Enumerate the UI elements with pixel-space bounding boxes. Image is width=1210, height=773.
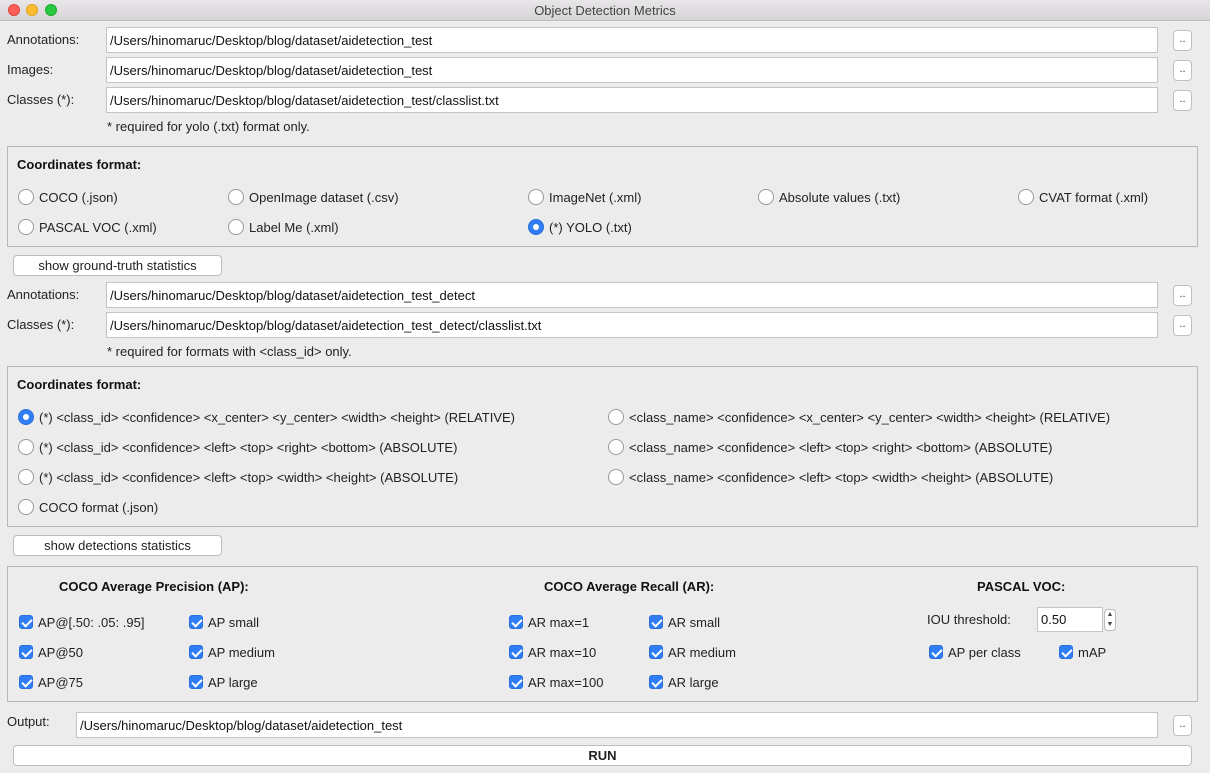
ap-75-checkbox[interactable]: AP@75 (19, 673, 83, 691)
det-classes-note: * required for formats with <class_id> o… (107, 344, 352, 359)
det-classes-field[interactable]: /Users/hinomaruc/Desktop/blog/dataset/ai… (106, 312, 1158, 338)
show-detections-statistics-button[interactable]: show detections statistics (13, 535, 222, 556)
det-annotations-browse-button[interactable]: .. (1173, 285, 1192, 306)
ar-small-checkbox[interactable]: AR small (649, 613, 720, 631)
output-field[interactable]: /Users/hinomaruc/Desktop/blog/dataset/ai… (76, 712, 1158, 738)
title-bar: Object Detection Metrics (0, 0, 1210, 21)
gt-images-label: Images: (7, 62, 54, 77)
coco-ap-title: COCO Average Precision (AP): (59, 579, 249, 594)
ar-max1-checkbox[interactable]: AR max=1 (509, 613, 589, 631)
ap-per-class-checkbox[interactable]: AP per class (929, 643, 1021, 661)
ap-medium-checkbox[interactable]: AP medium (189, 643, 275, 661)
ap-large-checkbox[interactable]: AP large (189, 673, 258, 691)
det-classes-browse-button[interactable]: .. (1173, 315, 1192, 336)
gt-classes-label: Classes (*): (7, 92, 75, 107)
gt-annotations-field[interactable]: /Users/hinomaruc/Desktop/blog/dataset/ai… (106, 27, 1158, 53)
window-title: Object Detection Metrics (534, 3, 676, 18)
ap-50-95-checkbox[interactable]: AP@[.50: .05: .95] (19, 613, 144, 631)
ap-50-checkbox[interactable]: AP@50 (19, 643, 83, 661)
gt-classes-browse-button[interactable]: .. (1173, 90, 1192, 111)
iou-threshold-stepper[interactable]: ▲ ▼ (1104, 609, 1116, 631)
det-format-classname-relative[interactable]: <class_name> <confidence> <x_center> <y_… (608, 408, 1110, 426)
gt-format-coco[interactable]: COCO (.json) (18, 188, 118, 206)
ar-large-checkbox[interactable]: AR large (649, 673, 719, 691)
gt-format-pascal-voc[interactable]: PASCAL VOC (.xml) (18, 218, 157, 236)
det-format-classid-absolute-rb[interactable]: (*) <class_id> <confidence> <left> <top>… (18, 438, 457, 456)
gt-format-title: Coordinates format: (17, 157, 142, 172)
gt-annotations-browse-button[interactable]: .. (1173, 30, 1192, 51)
ar-max100-checkbox[interactable]: AR max=100 (509, 673, 604, 691)
det-annotations-field[interactable]: /Users/hinomaruc/Desktop/blog/dataset/ai… (106, 282, 1158, 308)
map-checkbox[interactable]: mAP (1059, 643, 1106, 661)
det-format-classid-relative[interactable]: (*) <class_id> <confidence> <x_center> <… (18, 408, 515, 426)
coco-ar-title: COCO Average Recall (AR): (544, 579, 715, 594)
ar-medium-checkbox[interactable]: AR medium (649, 643, 736, 661)
det-format-classname-absolute-wh[interactable]: <class_name> <confidence> <left> <top> <… (608, 468, 1053, 486)
gt-images-field[interactable]: /Users/hinomaruc/Desktop/blog/dataset/ai… (106, 57, 1158, 83)
det-annotations-label: Annotations: (7, 287, 80, 302)
gt-images-browse-button[interactable]: .. (1173, 60, 1192, 81)
gt-format-yolo[interactable]: (*) YOLO (.txt) (528, 218, 632, 236)
det-format-title: Coordinates format: (17, 377, 142, 392)
gt-classes-note: * required for yolo (.txt) format only. (107, 119, 310, 134)
gt-format-cvat[interactable]: CVAT format (.xml) (1018, 188, 1148, 206)
ap-small-checkbox[interactable]: AP small (189, 613, 259, 631)
gt-classes-field[interactable]: /Users/hinomaruc/Desktop/blog/dataset/ai… (106, 87, 1158, 113)
show-ground-truth-statistics-button[interactable]: show ground-truth statistics (13, 255, 222, 276)
det-classes-label: Classes (*): (7, 317, 75, 332)
det-format-classname-absolute-rb[interactable]: <class_name> <confidence> <left> <top> <… (608, 438, 1052, 456)
gt-format-openimage[interactable]: OpenImage dataset (.csv) (228, 188, 399, 206)
gt-annotations-label: Annotations: (7, 32, 80, 47)
ar-max10-checkbox[interactable]: AR max=10 (509, 643, 596, 661)
gt-format-imagenet[interactable]: ImageNet (.xml) (528, 188, 641, 206)
gt-format-absolute[interactable]: Absolute values (.txt) (758, 188, 900, 206)
pascal-voc-title: PASCAL VOC: (977, 579, 1066, 594)
det-format-classid-absolute-wh[interactable]: (*) <class_id> <confidence> <left> <top>… (18, 468, 458, 486)
iou-threshold-input[interactable]: 0.50 (1037, 607, 1103, 632)
output-label: Output: (7, 714, 50, 729)
output-browse-button[interactable]: .. (1173, 715, 1192, 736)
iou-threshold-label: IOU threshold: (927, 612, 1011, 627)
gt-format-labelme[interactable]: Label Me (.xml) (228, 218, 339, 236)
det-format-coco-json[interactable]: COCO format (.json) (18, 498, 158, 516)
run-button[interactable]: RUN (13, 745, 1192, 766)
